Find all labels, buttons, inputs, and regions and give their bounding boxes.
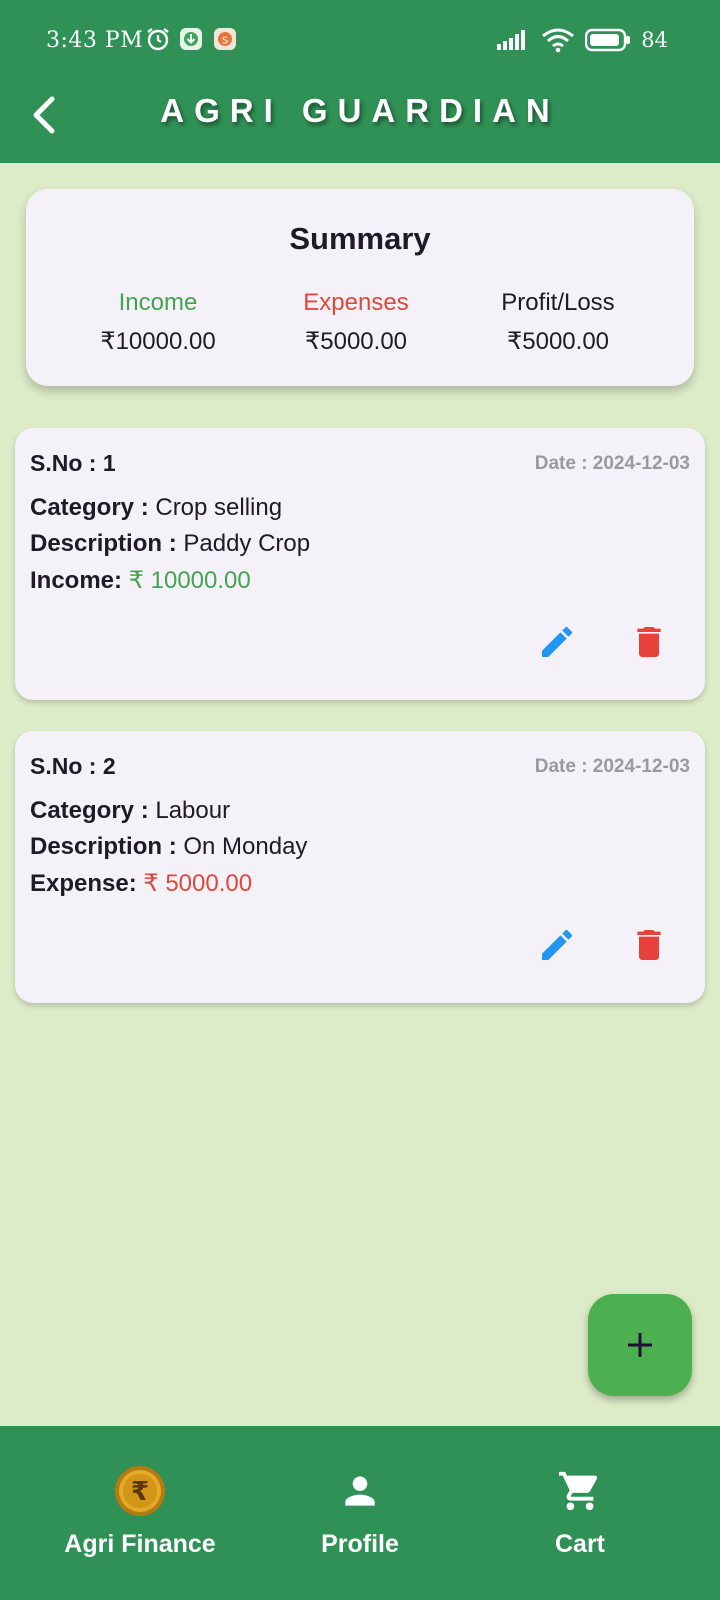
category-row: Category : Labour <box>30 797 230 825</box>
alarm-icon <box>147 28 169 51</box>
amount-value: ₹ 10000.00 <box>128 567 251 594</box>
app-notification-icon: S <box>214 28 236 50</box>
nav-label: Cart <box>554 1530 605 1558</box>
amount-label: Expense: <box>30 870 137 897</box>
amount-value: ₹ 5000.00 <box>143 870 253 897</box>
nav-profile[interactable]: Profile <box>240 1466 480 1559</box>
delete-icon[interactable] <box>629 622 669 662</box>
plus-icon <box>628 1333 652 1357</box>
rupee-coin-icon: ₹ <box>115 1466 165 1516</box>
income-summary: Income ₹10000.00 <box>58 289 258 356</box>
nav-cart[interactable]: Cart <box>460 1466 700 1559</box>
description-value: Paddy Crop <box>183 530 311 557</box>
edit-icon[interactable] <box>537 622 577 662</box>
transaction-card[interactable]: S.No : 2 Date : 2024-12-03 Category : La… <box>15 731 705 1003</box>
description-value: On Monday <box>183 833 308 860</box>
delete-icon[interactable] <box>629 925 669 965</box>
edit-icon[interactable] <box>537 925 577 965</box>
income-label: Income <box>118 289 198 316</box>
cart-icon <box>558 1471 598 1511</box>
app-title: AGRI GUARDIAN <box>160 92 560 129</box>
transaction-card[interactable]: S.No : 1 Date : 2024-12-03 Category : Cr… <box>15 428 705 700</box>
category-label: Category : <box>30 797 149 824</box>
signal-icon <box>497 30 526 50</box>
transaction-date: Date : 2024-12-03 <box>534 453 690 474</box>
income-value: ₹10000.00 <box>100 328 216 355</box>
expenses-summary: Expenses ₹5000.00 <box>256 289 456 356</box>
header: AGRI GUARDIAN <box>0 80 720 163</box>
download-notification-icon <box>180 28 202 50</box>
summary-card: Summary Income ₹10000.00 Expenses ₹5000.… <box>26 189 694 386</box>
serial-number: S.No : 1 <box>30 450 116 476</box>
svg-text:S: S <box>222 36 228 47</box>
transaction-date: Date : 2024-12-03 <box>534 756 690 777</box>
add-transaction-button[interactable] <box>588 1294 692 1396</box>
amount-row: Income: ₹ 10000.00 <box>30 566 251 595</box>
status-time: 3:43 PM <box>46 28 144 53</box>
battery-icon <box>585 28 631 52</box>
description-label: Description : <box>30 833 177 860</box>
profit-label: Profit/Loss <box>501 289 615 316</box>
serial-number: S.No : 2 <box>30 753 116 779</box>
nav-label: Profile <box>321 1530 399 1558</box>
description-label: Description : <box>30 530 177 557</box>
profit-summary: Profit/Loss ₹5000.00 <box>458 289 658 356</box>
category-label: Category : <box>30 494 149 521</box>
battery-percentage: 84 <box>641 28 668 52</box>
status-bar: 3:43 PM S 84 <box>0 0 720 80</box>
category-row: Category : Crop selling <box>30 494 282 522</box>
bottom-navigation: ₹ Agri Finance Profile Cart <box>0 1426 720 1600</box>
person-icon <box>345 1476 375 1506</box>
status-right: 84 <box>497 27 668 53</box>
nav-agri-finance[interactable]: ₹ Agri Finance <box>20 1466 260 1559</box>
profit-value: ₹5000.00 <box>506 328 610 355</box>
category-value: Crop selling <box>155 494 283 521</box>
summary-title: Summary <box>289 221 431 256</box>
app-bar: 3:43 PM S 84 AGRI GUARDIAN <box>0 0 720 163</box>
wifi-icon <box>542 28 575 53</box>
svg-text:₹: ₹ <box>131 1477 149 1507</box>
expenses-label: Expenses <box>303 289 409 316</box>
expenses-value: ₹5000.00 <box>304 328 408 355</box>
description-row: Description : On Monday <box>30 833 307 861</box>
category-value: Labour <box>155 797 231 824</box>
amount-label: Income: <box>30 567 123 594</box>
nav-label: Agri Finance <box>64 1530 216 1558</box>
amount-row: Expense: ₹ 5000.00 <box>30 869 252 898</box>
description-row: Description : Paddy Crop <box>30 530 310 558</box>
